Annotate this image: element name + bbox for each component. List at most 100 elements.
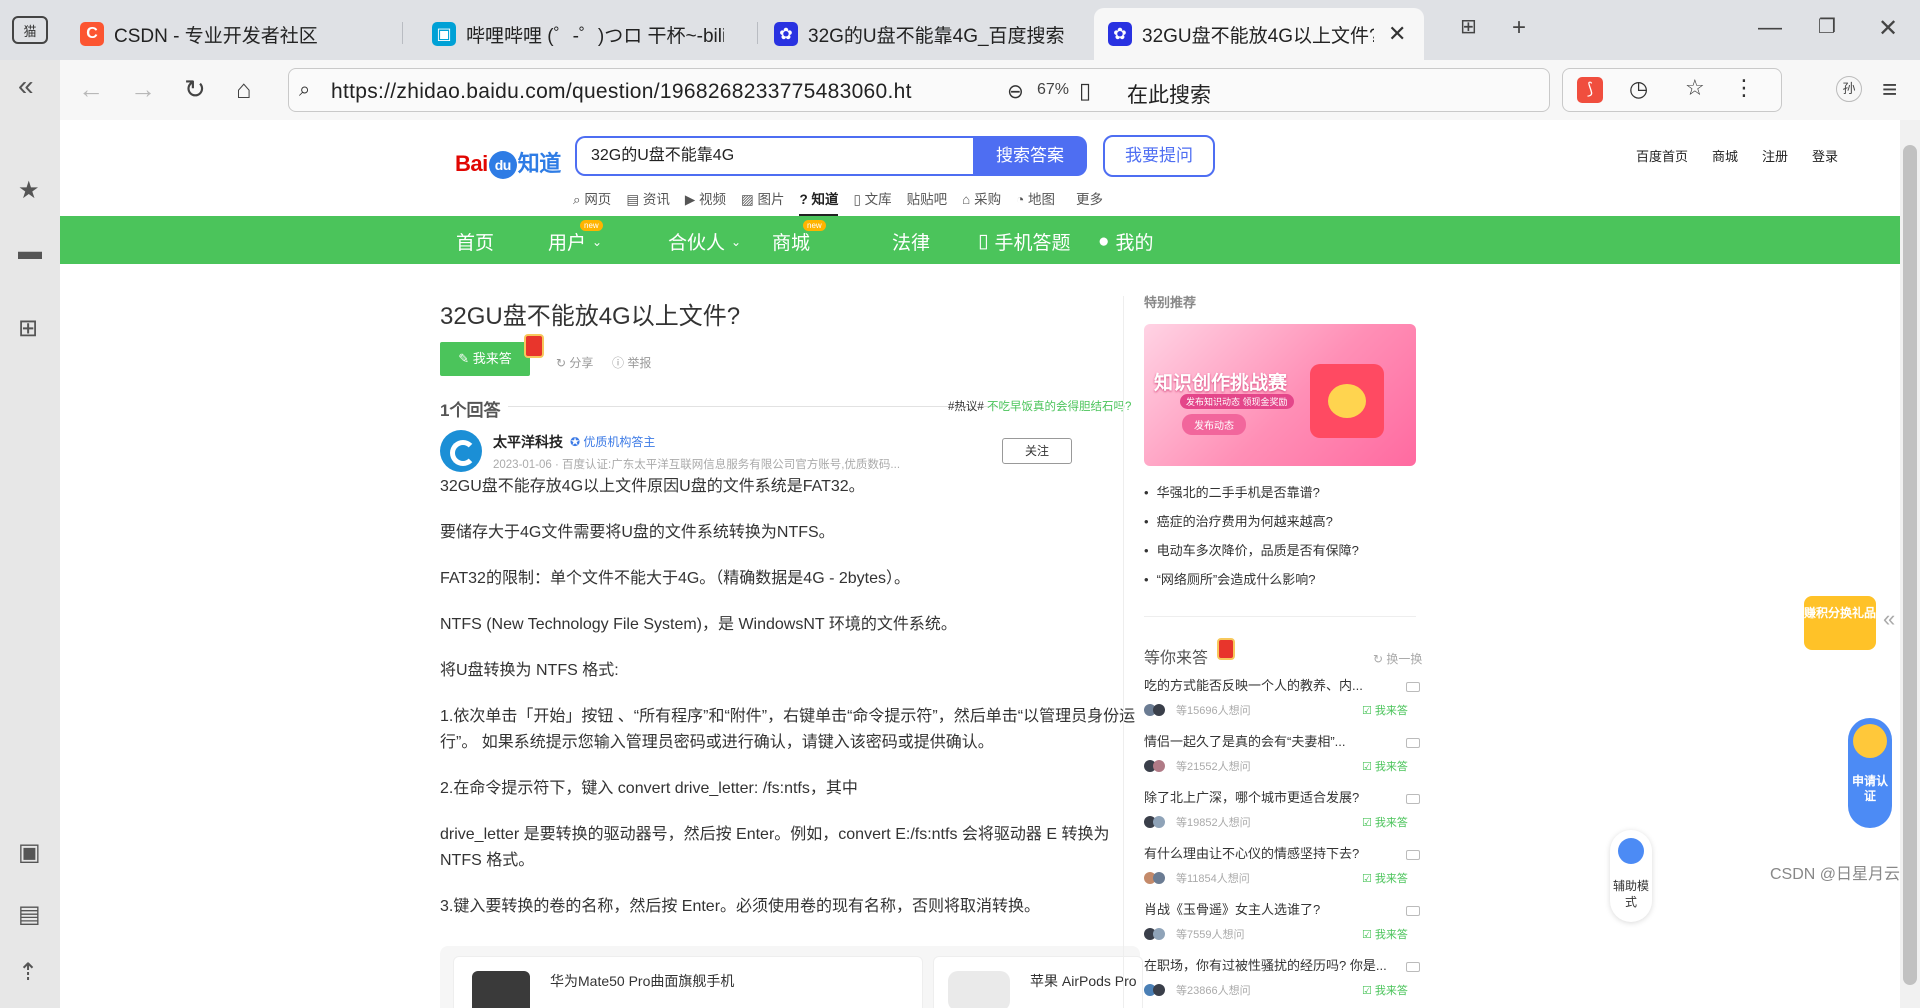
subnav-purchase[interactable]: ⌂ 采购 bbox=[962, 188, 1001, 216]
assist-mode-widget[interactable]: 辅助模式 bbox=[1610, 830, 1652, 922]
share-link[interactable]: ↻ 分享 bbox=[556, 354, 593, 371]
go-answer-link[interactable]: ☑ 我来答 bbox=[1362, 814, 1408, 830]
recommend-item[interactable]: 癌症的治疗费用为何越来越高? bbox=[1144, 507, 1359, 536]
hot-topic-link[interactable]: 不吃早饭真的会得胆结石吗? bbox=[987, 401, 1131, 413]
tab-bilibili[interactable]: ▣ 哔哩哔哩 (゜-゜)つロ 干杯~-bili bbox=[418, 8, 738, 60]
history-icon[interactable]: ◷ bbox=[1629, 76, 1648, 102]
subnav-web[interactable]: ⌕ 网页 bbox=[573, 188, 611, 216]
earn-points-widget[interactable]: 赚积分换礼品 bbox=[1804, 596, 1876, 650]
minimize-icon[interactable]: — bbox=[1758, 14, 1782, 42]
go-answer-link[interactable]: ☑ 我来答 bbox=[1362, 702, 1408, 718]
apply-certification-widget[interactable]: 申请认证 bbox=[1848, 718, 1892, 828]
answer-button[interactable]: ✎ 我来答 bbox=[440, 342, 530, 376]
swap-batch-link[interactable]: ↻ 换一换 bbox=[1373, 650, 1422, 667]
gnav-mall[interactable]: 商城 bbox=[772, 228, 810, 255]
tab-zhidao-active[interactable]: ✿ 32GU盘不能放4G以上文件? _ ✕ bbox=[1094, 8, 1424, 60]
tab-baidu-search[interactable]: ✿ 32G的U盘不能靠4G_百度搜索 bbox=[760, 8, 1090, 60]
profile-avatar[interactable]: 孙 bbox=[1836, 76, 1862, 102]
more-menu-icon[interactable]: ⋮ bbox=[1733, 75, 1755, 101]
recommend-item[interactable]: “网络厕所”会造成什么影响? bbox=[1144, 565, 1359, 594]
banner-button[interactable]: 发布动态 bbox=[1182, 414, 1246, 435]
hot-topic[interactable]: #热议# 不吃早饭真的会得胆结石吗? bbox=[948, 398, 1131, 414]
link-mall[interactable]: 商城 bbox=[1712, 146, 1738, 165]
url-text[interactable]: https://zhidao.baidu.com/question/196826… bbox=[331, 80, 991, 104]
follow-button[interactable]: 关注 bbox=[1002, 438, 1072, 464]
bookmark-star-icon[interactable]: ☆ bbox=[1685, 75, 1705, 101]
gnav-mine[interactable]: ● 我的 bbox=[1098, 228, 1154, 255]
wait-item[interactable]: 情侣一起久了是真的会有“夫妻相”... 等21552人想问 ☑ 我来答 bbox=[1144, 732, 1424, 776]
tab-grid-icon[interactable]: ⊞ bbox=[1460, 14, 1477, 39]
ask-question-button[interactable]: 我要提问 bbox=[1103, 135, 1215, 177]
product-card[interactable]: 苹果 AirPods Pro bbox=[933, 956, 1143, 1008]
link-baidu-home[interactable]: 百度首页 bbox=[1636, 146, 1688, 165]
author-avatar[interactable] bbox=[440, 430, 482, 472]
link-login[interactable]: 登录 bbox=[1812, 146, 1838, 165]
favorites-icon[interactable]: ★ bbox=[18, 176, 40, 205]
wait-question[interactable]: 在职场，你有过被性骚扰的经历吗? 你是... bbox=[1144, 956, 1424, 976]
forward-icon[interactable]: → bbox=[130, 74, 156, 105]
wait-item[interactable]: 肖战《玉骨遥》女主人选谁了? 等7559人想问 ☑ 我来答 bbox=[1144, 900, 1424, 944]
subnav-image[interactable]: ▨ 图片 bbox=[741, 188, 785, 216]
bookmark-box-icon[interactable]: ▣ bbox=[18, 838, 41, 867]
search-engine-input[interactable]: 在此搜索 bbox=[1127, 79, 1211, 109]
close-tab-icon[interactable]: ✕ bbox=[1388, 21, 1406, 47]
recommend-item[interactable]: 华强北的二手手机是否靠谱? bbox=[1144, 478, 1359, 507]
link-register[interactable]: 注册 bbox=[1762, 146, 1788, 165]
wait-item[interactable]: 在职场，你有过被性骚扰的经历吗? 你是... 等23866人想问 ☑ 我来答 bbox=[1144, 956, 1424, 1000]
collapse-sidebar-icon[interactable]: « bbox=[18, 70, 34, 102]
restore-icon[interactable]: ❐ bbox=[1818, 14, 1836, 39]
address-bar[interactable]: ⌕ https://zhidao.baidu.com/question/1968… bbox=[288, 68, 1550, 112]
wait-question[interactable]: 除了北上广深，哪个城市更适合发展? bbox=[1144, 788, 1424, 808]
scrollbar-thumb[interactable] bbox=[1903, 145, 1917, 985]
baidu-zhidao-logo[interactable]: Bai du 知道 bbox=[455, 146, 561, 180]
red-packet-icon[interactable] bbox=[524, 334, 544, 358]
wait-item[interactable]: 吃的方式能否反映一个人的教养、内... 等15696人想问 ☑ 我来答 bbox=[1144, 676, 1424, 720]
gnav-mobile[interactable]: ▯ 手机答题 bbox=[978, 228, 1070, 255]
report-link[interactable]: ⓘ 举报 bbox=[612, 354, 651, 371]
zoom-icon[interactable]: ⊖ bbox=[1007, 79, 1024, 104]
add-panel-icon[interactable]: ⊞ bbox=[18, 314, 38, 343]
subnav-tieba[interactable]: 贴贴吧 bbox=[907, 188, 948, 216]
pin-icon[interactable]: ⇡ bbox=[18, 958, 38, 987]
pdf-icon[interactable]: ⟆ bbox=[1577, 77, 1603, 103]
subnav-wenku[interactable]: ▯ 文库 bbox=[853, 188, 891, 216]
wait-question[interactable]: 肖战《玉骨遥》女主人选谁了? bbox=[1144, 900, 1424, 920]
home-icon[interactable]: ⌂ bbox=[236, 74, 252, 105]
subnav-video[interactable]: ▶ 视频 bbox=[685, 188, 726, 216]
gnav-user[interactable]: 用户 ⌄ bbox=[548, 228, 602, 255]
wait-item[interactable]: 有什么理由让不心仪的情感坚持下去? 等11854人想问 ☑ 我来答 bbox=[1144, 844, 1424, 888]
hamburger-menu-icon[interactable]: ≡ bbox=[1882, 74, 1897, 105]
go-answer-link[interactable]: ☑ 我来答 bbox=[1362, 926, 1408, 942]
zhidao-search-input[interactable]: 32G的U盘不能靠4G bbox=[575, 136, 975, 176]
toolbox-icon[interactable]: ▤ bbox=[18, 900, 41, 929]
reload-icon[interactable]: ↻ bbox=[184, 74, 206, 105]
wait-item[interactable]: 除了北上广深，哪个城市更适合发展? 等19852人想问 ☑ 我来答 bbox=[1144, 788, 1424, 832]
collapse-arrow-icon[interactable]: « bbox=[1883, 606, 1895, 632]
folder-icon[interactable]: ▬ bbox=[18, 238, 42, 266]
window-close-icon[interactable]: ✕ bbox=[1878, 14, 1898, 43]
window-list-icon[interactable]: 猫 bbox=[12, 16, 48, 44]
wait-question[interactable]: 有什么理由让不心仪的情感坚持下去? bbox=[1144, 844, 1424, 864]
back-icon[interactable]: ← bbox=[78, 74, 104, 105]
wait-question[interactable]: 吃的方式能否反映一个人的教养、内... bbox=[1144, 676, 1424, 696]
reader-mode-icon[interactable]: ▯ bbox=[1079, 78, 1091, 104]
promo-banner[interactable]: 知识创作挑战赛 发布知识动态 领现金奖励 发布动态 bbox=[1144, 324, 1416, 466]
product-card[interactable]: 华为Mate50 Pro曲面旗舰手机 bbox=[453, 956, 923, 1008]
go-answer-link[interactable]: ☑ 我来答 bbox=[1362, 758, 1408, 774]
subnav-news[interactable]: ▤ 资讯 bbox=[626, 188, 670, 216]
search-answer-button[interactable]: 搜索答案 bbox=[973, 136, 1087, 176]
subnav-map[interactable]: ◔ 地图 bbox=[1016, 188, 1055, 216]
go-answer-link[interactable]: ☑ 我来答 bbox=[1362, 982, 1408, 998]
recommend-item[interactable]: 电动车多次降价，品质是否有保障? bbox=[1144, 536, 1359, 565]
wait-question[interactable]: 情侣一起久了是真的会有“夫妻相”... bbox=[1144, 732, 1424, 752]
csdn-watermark: CSDN @日星月云 bbox=[1770, 866, 1901, 883]
new-tab-icon[interactable]: + bbox=[1512, 14, 1526, 42]
gnav-partner[interactable]: 合伙人 ⌄ bbox=[668, 228, 741, 255]
tab-csdn[interactable]: C CSDN - 专业开发者社区 bbox=[66, 8, 356, 60]
subnav-more[interactable]: 更多 bbox=[1076, 188, 1103, 216]
author-name[interactable]: 太平洋科技 bbox=[493, 432, 563, 452]
gnav-law[interactable]: 法律 bbox=[892, 228, 930, 255]
subnav-zhidao[interactable]: ? 知道 bbox=[799, 188, 839, 216]
gnav-home[interactable]: 首页 bbox=[456, 228, 494, 255]
go-answer-link[interactable]: ☑ 我来答 bbox=[1362, 870, 1408, 886]
